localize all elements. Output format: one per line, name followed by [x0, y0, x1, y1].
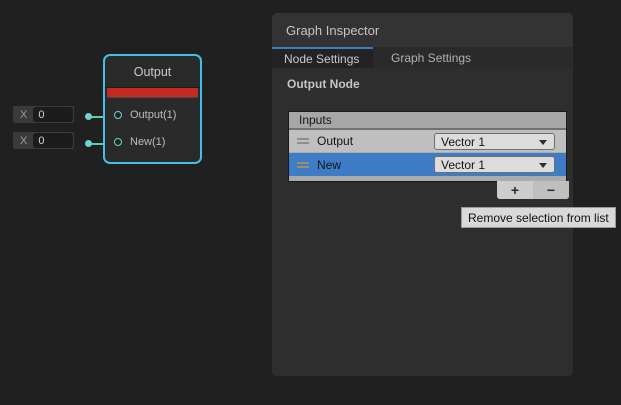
list-item-output[interactable]: Output Vector 1 — [289, 130, 566, 153]
port-label: Output(1) — [130, 109, 176, 121]
dropdown-caret-icon — [539, 163, 547, 168]
drag-handle-icon[interactable] — [297, 138, 309, 144]
inputs-reorderable-list: Inputs Output Vector 1 New Vector 1 — [288, 111, 567, 182]
value-input[interactable]: 0 — [33, 133, 73, 148]
input-port-icon[interactable] — [114, 111, 122, 119]
panel-title: Graph Inspector — [286, 23, 379, 38]
remove-item-button[interactable]: − — [533, 181, 569, 199]
vector-input-x-new[interactable]: X 0 — [13, 132, 74, 149]
value-input[interactable]: 0 — [33, 107, 73, 122]
axis-label: X — [20, 135, 27, 147]
drag-handle-icon[interactable] — [297, 162, 309, 168]
output-node[interactable]: Output Output(1) New(1) — [103, 54, 202, 164]
tab-graph-settings[interactable]: Graph Settings — [373, 47, 491, 68]
tooltip: Remove selection from list — [461, 207, 616, 228]
port-label: New(1) — [130, 136, 165, 148]
panel-header: Graph Inspector — [272, 13, 573, 47]
port-row-output: Output(1) — [105, 108, 200, 122]
dropdown-caret-icon — [539, 140, 547, 145]
type-dropdown[interactable]: Vector 1 — [434, 133, 555, 150]
add-item-button[interactable]: + — [497, 181, 533, 199]
row-label: New — [317, 158, 341, 172]
input-port-icon[interactable] — [114, 138, 122, 146]
list-footer: + − — [497, 181, 569, 199]
list-item-new[interactable]: New Vector 1 — [289, 153, 566, 176]
inputs-list-header: Inputs — [289, 112, 566, 130]
tab-bar: Node Settings Graph Settings — [272, 47, 573, 68]
node-title: Output — [105, 56, 200, 88]
section-title: Output Node — [287, 77, 360, 91]
node-error-bar — [107, 88, 198, 98]
row-label: Output — [317, 134, 353, 148]
type-dropdown[interactable]: Vector 1 — [434, 156, 555, 173]
port-row-new: New(1) — [105, 135, 200, 149]
edge-dot — [85, 113, 92, 120]
tab-node-settings[interactable]: Node Settings — [272, 47, 373, 68]
axis-label: X — [20, 109, 27, 121]
graph-inspector-panel: Graph Inspector Node Settings Graph Sett… — [272, 13, 573, 376]
vector-input-x-output[interactable]: X 0 — [13, 106, 74, 123]
edge-dot — [85, 140, 92, 147]
